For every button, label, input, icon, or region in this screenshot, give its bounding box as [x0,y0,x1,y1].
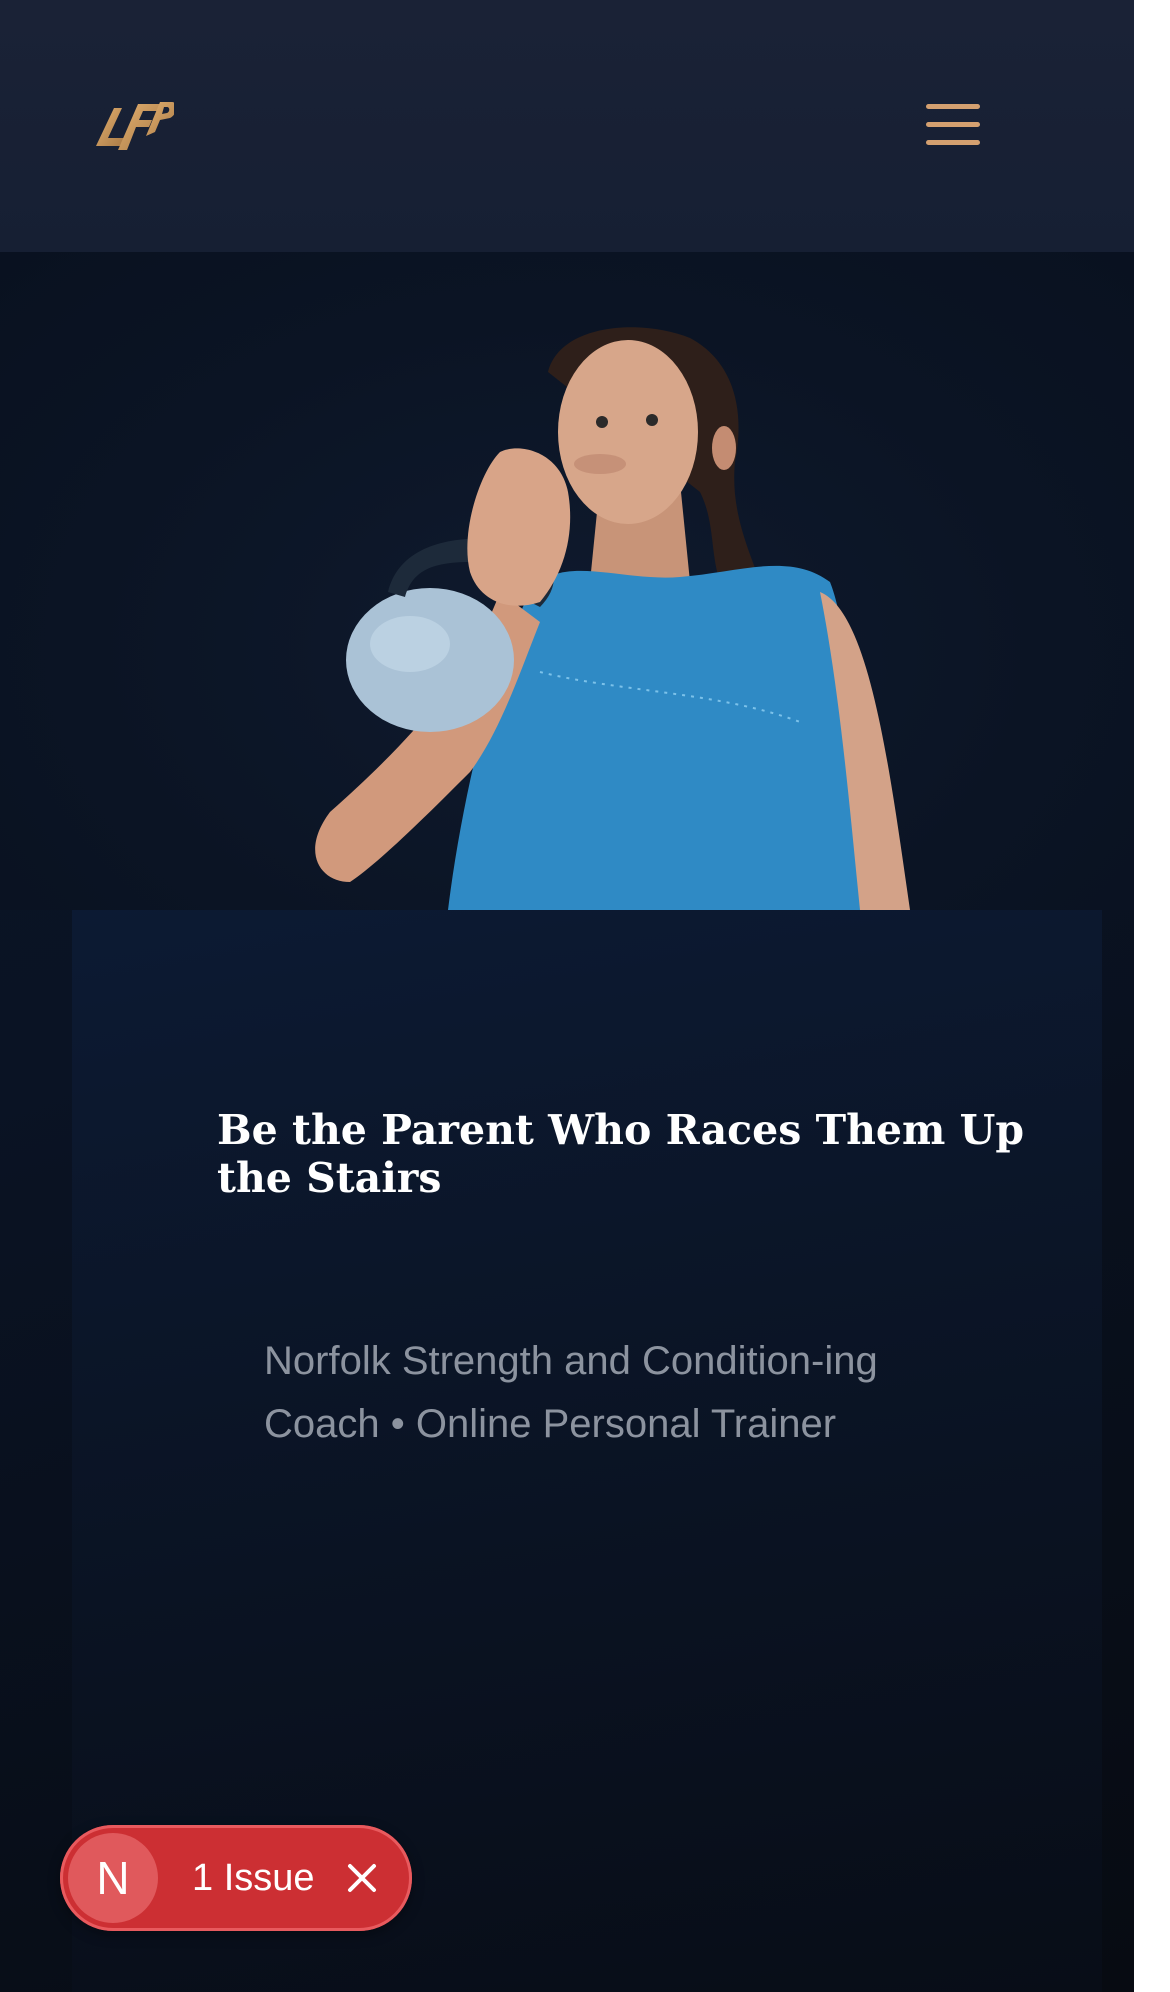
menu-bar [926,140,980,145]
close-icon[interactable] [342,1858,382,1898]
issue-count-label: 1 Issue [192,1857,315,1899]
brand-logo[interactable] [84,86,177,158]
menu-bar [926,122,980,127]
hero-subtitle: Norfolk Strength and Condition-ing Coach… [264,1339,878,1446]
hero-photo [0,252,1134,910]
issues-badge-button[interactable]: N 1 Issue [60,1825,412,1931]
menu-bar [926,104,980,109]
nextjs-logo-icon: N [68,1833,158,1923]
logo-icon [96,102,177,150]
athlete-photo-icon [315,327,910,910]
hamburger-menu-button[interactable] [920,98,988,154]
hero-title: Be the Parent Who Races Them Up the Stai… [217,1106,1025,1202]
page-viewport: Be the Parent Who Races Them Up the Stai… [0,0,1134,1992]
site-header [0,0,1134,252]
viewport-edge [1134,0,1170,1992]
